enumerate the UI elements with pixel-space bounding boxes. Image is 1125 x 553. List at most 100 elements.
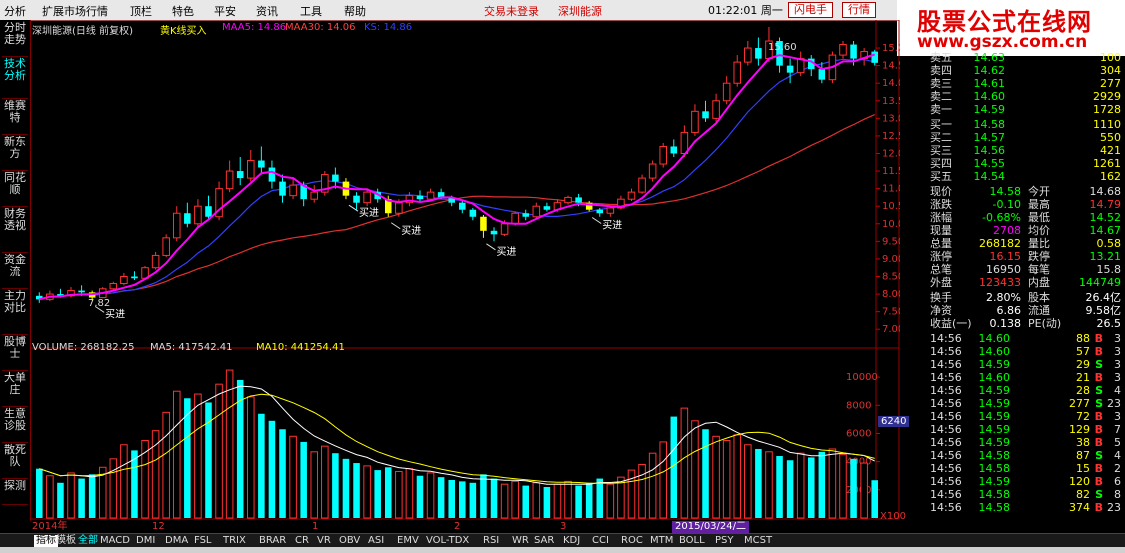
trade-price: 14.59: [978, 384, 1011, 397]
low-price-annotation: 7.82: [88, 298, 111, 309]
volume-bar: [850, 458, 857, 518]
fund-value: 2.80%: [986, 291, 1021, 304]
menu-analysis[interactable]: 分析: [4, 3, 26, 19]
tab-xindongfang[interactable]: 新东方: [2, 136, 28, 171]
candle-body: [268, 167, 276, 182]
volume-bar: [765, 451, 773, 519]
indicator-tab-macd[interactable]: MACD: [100, 535, 130, 547]
indicator-tab-roc[interactable]: ROC: [621, 535, 643, 547]
tab-technical[interactable]: 技术分析: [2, 58, 28, 99]
price-tick-label: 10.00: [882, 219, 900, 230]
trade-volume: 277: [1069, 397, 1090, 410]
trade-time: 14:56: [930, 371, 962, 384]
price-tick-label: 8.50: [882, 271, 900, 282]
tab-finance[interactable]: 财务透视: [2, 208, 28, 253]
indicator-tab-obv[interactable]: OBV: [339, 535, 360, 547]
trade-direction: S: [1095, 397, 1103, 410]
trade-row: 14:56 14.59 120 B 6: [928, 476, 1125, 488]
price-tick-label: 8.00: [882, 289, 900, 300]
indicator-tab-brar[interactable]: BRAR: [259, 535, 286, 547]
volume-bar: [553, 483, 562, 519]
candle-body: [225, 170, 234, 190]
indicator-tab-vol-tdx[interactable]: VOL-TDX: [426, 535, 469, 547]
quote-value: 14.58: [989, 185, 1022, 198]
volume-bar: [755, 448, 762, 518]
tab-fund-flow[interactable]: 资金流: [2, 254, 28, 289]
login-status[interactable]: 交易未登录: [484, 3, 539, 19]
indicator-tab-rsi[interactable]: RSI: [483, 535, 499, 547]
trade-price: 14.59: [978, 397, 1011, 410]
menu-extended-market[interactable]: 扩展市场行情: [42, 3, 108, 19]
quote-button[interactable]: 行情: [842, 2, 876, 18]
indicator-tab-mtm[interactable]: MTM: [650, 535, 673, 547]
candle-body: [722, 82, 731, 102]
trade-volume: 15: [1076, 462, 1090, 475]
trade-time: 14:56: [930, 358, 962, 371]
quote-label: 每笔: [1028, 263, 1050, 276]
indicator-tab-emv[interactable]: EMV: [397, 535, 419, 547]
indicator-tab-wr[interactable]: WR: [512, 535, 529, 547]
menu-help[interactable]: 帮助: [344, 3, 366, 19]
menu-tools[interactable]: 工具: [300, 3, 322, 19]
volume-bar: [426, 472, 435, 519]
ask-label: 卖二: [930, 90, 952, 103]
indicator-tab-boll[interactable]: BOLL: [679, 535, 705, 547]
quote-row: 现量 2708 均价 14.67: [928, 225, 1125, 237]
tab-main-force[interactable]: 主力对比: [2, 290, 28, 335]
indicator-tab-cr[interactable]: CR: [295, 535, 309, 547]
volume-bar: [279, 429, 286, 518]
menu-topbar[interactable]: 顶栏: [130, 3, 152, 19]
quote-value: 15.8: [1096, 263, 1122, 276]
quote-label: 现价: [930, 185, 952, 198]
tab-diagnosis[interactable]: 生意诊股: [2, 408, 28, 443]
price-tick-label: 11.50: [882, 166, 900, 177]
indicator-tab-dma[interactable]: DMA: [165, 535, 188, 547]
candle-body: [172, 212, 181, 239]
fund-label: 收益(一): [930, 317, 972, 330]
indicator-tab-psy[interactable]: PSY: [715, 535, 734, 547]
candle-body: [638, 177, 646, 193]
tab-sansidui[interactable]: 散死队: [2, 444, 28, 479]
indicator-tab-kdj[interactable]: KDJ: [563, 535, 580, 547]
indicator-tab-fsl[interactable]: FSL: [194, 535, 212, 547]
indicator-tab-asi[interactable]: ASI: [368, 535, 384, 547]
tab-big-order[interactable]: 大单庄: [2, 372, 28, 407]
quote-value: 144749: [1079, 276, 1121, 289]
price-tick-label: 11.00: [882, 184, 900, 195]
fund-label: PE(动): [1028, 317, 1062, 330]
indicator-tab-指标[interactable]: 指标: [34, 535, 58, 547]
bid-label: 买五: [930, 170, 952, 183]
kline-chart-area[interactable]: 15.00 14.50 14.00 13.50 13.00 12.50 12.00 11.50…: [29, 19, 911, 524]
indicator-tab-模板[interactable]: 模板: [56, 535, 76, 547]
tab-weisaite[interactable]: 维赛特: [2, 100, 28, 135]
tab-tonghuashun[interactable]: 同花顺: [2, 172, 28, 207]
quote-value: 268182: [979, 237, 1021, 250]
indicator-tab-cci[interactable]: CCI: [592, 535, 609, 547]
flash-trade-button[interactable]: 闪电手: [788, 2, 833, 18]
tab-detect[interactable]: 探测: [2, 480, 28, 505]
status-footer: [0, 547, 1125, 553]
kline-chart-svg[interactable]: 15.00 14.50 14.00 13.50 13.00 12.50 12.00 11.50…: [29, 19, 911, 520]
menu-features[interactable]: 特色: [172, 3, 194, 19]
indicator-tab-sar[interactable]: SAR: [534, 535, 554, 547]
volume-bar: [78, 478, 85, 518]
candle-body: [744, 47, 752, 63]
indicator-tab-vr[interactable]: VR: [317, 535, 331, 547]
trade-count: 8: [1114, 488, 1121, 501]
candle-body: [289, 184, 297, 197]
tab-intraday[interactable]: 分时走势: [2, 22, 28, 57]
indicator-tab-trix[interactable]: TRIX: [223, 535, 246, 547]
ask-label: 卖四: [930, 64, 952, 77]
volume-bar: [162, 411, 170, 519]
tab-gubosh[interactable]: 股博士: [2, 336, 28, 371]
menu-pingan[interactable]: 平安: [214, 3, 236, 19]
indicator-tab-全部[interactable]: 全部: [78, 535, 98, 547]
indicator-tab-mcst[interactable]: MCST: [744, 535, 772, 547]
indicator-tab-dmi[interactable]: DMI: [136, 535, 155, 547]
ask-volume: 304: [1100, 64, 1121, 77]
volume-bar: [659, 441, 667, 519]
trade-time: 14:56: [930, 384, 962, 397]
trade-count: 3: [1114, 371, 1121, 384]
bid-price: 14.56: [973, 144, 1006, 157]
menu-news[interactable]: 资讯: [256, 3, 278, 19]
